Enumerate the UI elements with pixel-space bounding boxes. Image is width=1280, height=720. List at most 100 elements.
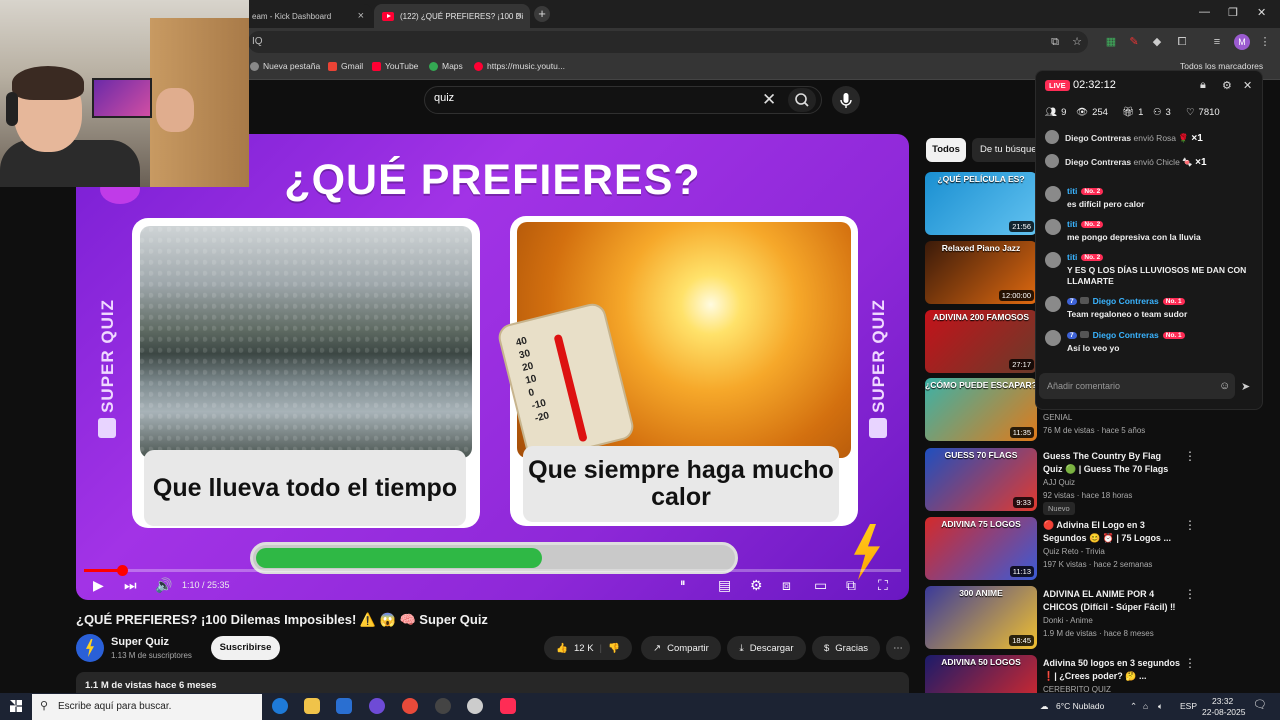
taskbar-search-input[interactable]: Escribe aquí para buscar. [32,694,262,720]
fullscreen-icon[interactable]: ⛶ [878,577,888,594]
comment-input[interactable]: Añadir comentario [1039,373,1235,399]
chip-all[interactable]: Todos [926,138,966,162]
related-video-channel[interactable]: Quiz Reto - Trivia [1043,545,1105,558]
clock-time[interactable]: 23:32 [1212,696,1233,706]
bookmark-star-icon[interactable]: ☆ [1070,35,1084,49]
app-icon[interactable] [467,698,483,714]
extension-icon[interactable]: ✎ [1127,35,1141,49]
theater-mode-icon[interactable]: ▭ [814,577,827,594]
more-options-icon[interactable]: ⋮ [1184,518,1196,532]
menu-kebab-icon[interactable]: ⋮ [1258,35,1272,49]
channel-name[interactable]: Super Quiz [111,636,169,648]
avatar[interactable] [1045,330,1061,346]
extensions-puzzle-icon[interactable]: ⧠ [1175,35,1189,49]
clear-search-icon[interactable]: ✕ [762,90,776,110]
play-icon[interactable]: ▶ [93,577,104,594]
address-bar[interactable]: IQ [248,31,1088,53]
obs-icon[interactable] [369,698,385,714]
related-video-thumbnail[interactable]: ¿QUÉ PELÍCULA ES? 21:56 [925,172,1037,235]
restore-icon[interactable]: ❐ [1228,6,1238,19]
clock-date[interactable]: 22-08-2025 [1202,707,1245,717]
related-video-title[interactable]: Guess The Country By Flag Quiz 🟢 | Guess… [1043,450,1183,476]
minimize-icon[interactable]: — [1199,6,1210,18]
related-video-thumbnail[interactable]: GUESS 70 FLAGS 9:33 [925,448,1037,511]
related-video-title[interactable]: Adivina 50 logos en 3 segundos ❗| ¿Crees… [1043,657,1183,683]
avatar[interactable] [1045,219,1061,235]
media-control-icon[interactable]: ≡ [1210,35,1224,49]
bookmark-music[interactable]: https://music.youtu... [474,61,565,71]
avatar[interactable] [1045,296,1061,312]
volume-icon[interactable]: 🔊 [155,577,172,594]
file-explorer-icon[interactable] [304,698,320,714]
bookmark-youtube[interactable]: YouTube [372,61,418,71]
chat-user[interactable]: 7 Diego Contreras No. 1 [1067,330,1185,340]
bookmark-maps[interactable]: Maps [429,61,463,71]
seek-knob[interactable] [117,565,128,576]
share-button[interactable]: ↗ Compartir [641,636,721,660]
related-video-thumbnail[interactable]: ¿CÓMO PUEDE ESCAPAR? 11:35 [925,378,1037,441]
profile-avatar[interactable]: M [1234,34,1250,50]
related-video-thumbnail[interactable]: Relaxed Piano Jazz 12:00:00 [925,241,1037,304]
next-icon[interactable]: ⏭ [124,577,137,594]
thanks-button[interactable]: $ Gracias [812,636,880,660]
related-video-thumbnail[interactable]: ADIVINA 200 FAMOSOS 27:17 [925,310,1037,373]
store-icon[interactable] [336,698,352,714]
more-options-icon[interactable]: ⋮ [1184,656,1196,670]
channel-avatar[interactable] [76,634,104,662]
avatar[interactable] [1045,186,1061,202]
miniplayer-icon[interactable]: ⧈ [782,577,791,594]
search-button[interactable] [788,88,816,112]
thumbs-down-icon[interactable]: 👎 [608,643,620,654]
weather-icon[interactable]: ☁ [1040,701,1049,712]
related-video-thumbnail[interactable]: ADIVINA 75 LOGOS 11:13 [925,517,1037,580]
bookmark-gmail[interactable]: Gmail [328,61,363,71]
voice-search-button[interactable] [832,86,860,114]
tray-chevron-icon[interactable]: ⌃ [1130,701,1137,712]
more-options-icon[interactable]: ⋮ [1184,587,1196,601]
tab-kick-dashboard[interactable]: eam - Kick Dashboard × [244,4,372,28]
avatar[interactable] [1045,252,1061,268]
chat-user[interactable]: titi No. 2 [1067,252,1104,262]
chat-user[interactable]: 7 Diego Contreras No. 1 [1067,296,1185,306]
send-icon[interactable]: ➤ [1241,380,1250,393]
close-tab-icon[interactable]: × [516,10,522,22]
app-icon[interactable] [435,698,451,714]
extension-icon[interactable]: ▦ [1104,35,1118,49]
close-icon[interactable]: ✕ [1243,79,1252,92]
chat-user[interactable]: titi No. 2 [1067,186,1104,196]
subtitles-icon[interactable]: ▤ [718,577,731,594]
chrome-icon[interactable] [402,698,418,714]
tab-youtube-video[interactable]: (122) ¿QUÉ PREFIERES? ¡100 Di × [374,4,530,28]
related-video-title[interactable]: ADIVINA EL ANIME POR 4 CHICOS (Difícil -… [1043,588,1183,614]
close-tab-icon[interactable]: × [358,10,364,22]
cast-icon[interactable]: ⧉ [846,577,856,594]
bookmark-nueva-pestana[interactable]: Nueva pestaña [250,61,320,71]
emoji-icon[interactable]: ☺ [1219,380,1230,392]
volume-icon[interactable]: 🔈︎ [1158,701,1163,712]
new-tab-button[interactable]: + [534,6,550,22]
network-icon[interactable]: ⌂ [1143,701,1148,711]
autoplay-toggle-icon[interactable]: ⏸ [680,577,686,590]
tiktok-icon[interactable] [500,698,516,714]
notifications-icon[interactable]: 🗨︎ [1253,698,1267,711]
like-button[interactable]: 👍 12 K | 👎 [544,636,632,660]
install-icon[interactable]: ⧉ [1048,35,1062,49]
more-options-icon[interactable]: ⋮ [1184,449,1196,463]
edge-icon[interactable] [272,698,288,714]
download-button[interactable]: ⤓ Descargar [727,636,806,660]
video-player[interactable]: ¿QUÉ PREFIERES? SUPER QUIZ SUPER QUIZ 40… [76,134,909,600]
related-video-channel[interactable]: Donki - Anime [1043,614,1093,627]
subscribe-button[interactable]: Suscribirse [211,636,280,660]
related-video-channel[interactable]: AJJ Quiz [1043,476,1075,489]
chat-user[interactable]: titi No. 2 [1067,219,1104,229]
settings-gear-icon[interactable]: ⚙ [750,577,763,594]
settings-gear-icon[interactable]: ⚙ [1222,79,1232,92]
related-video-thumbnail[interactable]: 300 ANIME 18:45 [925,586,1037,649]
related-video-title[interactable]: 🔴 Adivina El Logo en 3 Segundos 😊 ⏰ | 75… [1043,519,1183,545]
weather-text[interactable]: 6°C Nublado [1056,701,1104,711]
close-window-icon[interactable]: ✕ [1257,6,1266,19]
extension-icon[interactable]: ◆ [1150,35,1164,49]
language-indicator[interactable]: ESP [1180,701,1197,711]
lock-icon[interactable]: 🔒︎ [1200,79,1206,92]
related-video-channel[interactable]: GENIAL [1043,411,1072,424]
